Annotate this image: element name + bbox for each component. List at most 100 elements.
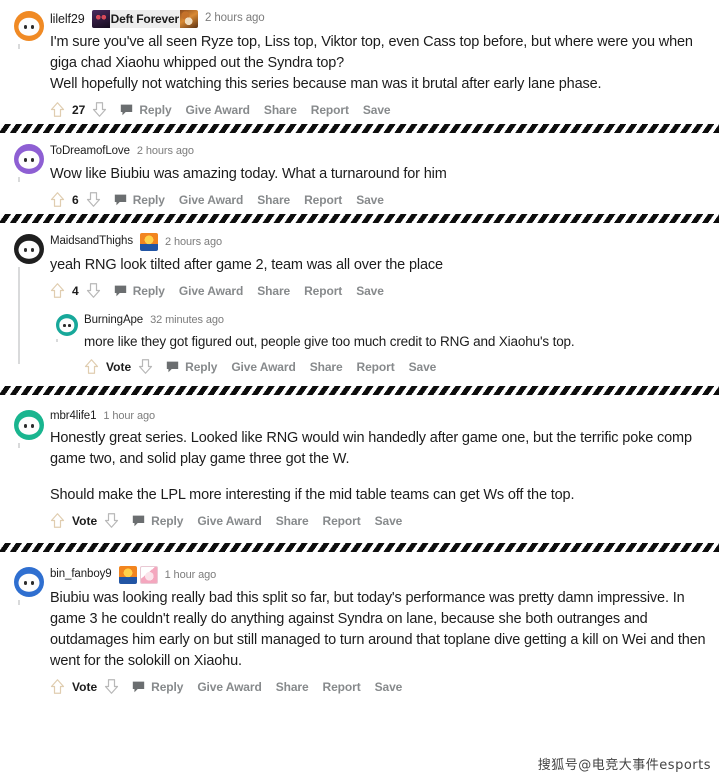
report-button[interactable]: Report bbox=[357, 360, 395, 374]
downvote-arrow-icon[interactable] bbox=[104, 512, 119, 529]
comment-thread-item: lilelf29 Deft Forever 2 hours ago I'm su… bbox=[0, 0, 719, 124]
comment-actions: Vote Reply Give Award Share Report Save bbox=[50, 678, 707, 695]
comment-thread-item: bin_fanboy9 1 hour ago Biubiu was lookin… bbox=[0, 552, 719, 701]
share-button[interactable]: Share bbox=[276, 680, 309, 694]
comment-timestamp[interactable]: 32 minutes ago bbox=[150, 315, 224, 326]
thread-collapse-line[interactable] bbox=[18, 44, 20, 49]
thread-collapse-line[interactable] bbox=[18, 443, 20, 448]
give-award-button[interactable]: Give Award bbox=[186, 103, 250, 117]
comment-timestamp[interactable]: 1 hour ago bbox=[165, 569, 217, 581]
upvote-arrow-icon[interactable] bbox=[50, 191, 65, 208]
save-button[interactable]: Save bbox=[356, 193, 384, 207]
reply-button[interactable]: Reply bbox=[139, 103, 171, 117]
avatar[interactable] bbox=[56, 314, 78, 336]
comment-body: Wow like Biubiu was amazing today. What … bbox=[50, 164, 707, 185]
avatar[interactable] bbox=[14, 11, 44, 41]
upvote-arrow-icon[interactable] bbox=[50, 282, 65, 299]
report-button[interactable]: Report bbox=[304, 193, 342, 207]
reply-button[interactable]: Reply bbox=[185, 360, 217, 374]
avatar[interactable] bbox=[14, 234, 44, 264]
share-button[interactable]: Share bbox=[264, 103, 297, 117]
comment-gutter bbox=[8, 233, 50, 364]
speech-bubble-icon bbox=[121, 104, 133, 116]
vote-score: Vote bbox=[106, 359, 132, 374]
comment-actions: 6 Reply Give Award Share Report Save bbox=[50, 191, 707, 208]
share-button[interactable]: Share bbox=[310, 360, 343, 374]
vote-score: 6 bbox=[72, 192, 79, 207]
speech-bubble-icon bbox=[114, 285, 126, 297]
give-award-button[interactable]: Give Award bbox=[231, 360, 295, 374]
reply-button[interactable]: Reply bbox=[133, 284, 165, 298]
vote-score: Vote bbox=[72, 679, 98, 694]
vote-score: 4 bbox=[72, 283, 79, 298]
downvote-arrow-icon[interactable] bbox=[138, 358, 153, 375]
share-button[interactable]: Share bbox=[276, 514, 309, 528]
give-award-button[interactable]: Give Award bbox=[197, 514, 261, 528]
comment-actions: Vote Reply Give Award Share Report Save bbox=[50, 512, 707, 529]
save-button[interactable]: Save bbox=[356, 284, 384, 298]
give-award-button[interactable]: Give Award bbox=[179, 284, 243, 298]
downvote-arrow-icon[interactable] bbox=[92, 101, 107, 118]
user-flair: Deft Forever bbox=[91, 10, 198, 28]
comment-timestamp[interactable]: 2 hours ago bbox=[205, 13, 265, 25]
thread-collapse-line[interactable] bbox=[56, 339, 58, 342]
reply-button[interactable]: Reply bbox=[133, 193, 165, 207]
reply-button[interactable]: Reply bbox=[151, 680, 183, 694]
comment-actions: 4 Reply Give Award Share Report Save bbox=[50, 282, 707, 299]
avatar[interactable] bbox=[14, 410, 44, 440]
comment-author[interactable]: mbr4life1 bbox=[50, 410, 97, 423]
comment-meta: lilelf29 Deft Forever 2 hours ago bbox=[50, 10, 707, 28]
comment-gutter bbox=[50, 313, 84, 342]
comment-author[interactable]: ToDreamofLove bbox=[50, 145, 130, 158]
section-divider bbox=[0, 386, 719, 395]
thread-collapse-line[interactable] bbox=[18, 177, 20, 182]
thread-collapse-line[interactable] bbox=[18, 267, 20, 364]
give-award-button[interactable]: Give Award bbox=[179, 193, 243, 207]
upvote-arrow-icon[interactable] bbox=[50, 512, 65, 529]
comment-timestamp[interactable]: 2 hours ago bbox=[137, 146, 194, 157]
avatar[interactable] bbox=[14, 567, 44, 597]
comment-meta: ToDreamofLove 2 hours ago bbox=[50, 143, 707, 160]
vote-group: Vote bbox=[50, 678, 119, 695]
comment-body: Biubiu was looking really bad this split… bbox=[50, 588, 707, 672]
comment-timestamp[interactable]: 1 hour ago bbox=[103, 411, 155, 422]
share-button[interactable]: Share bbox=[257, 284, 290, 298]
comment-paragraph: yeah RNG look tilted after game 2, team … bbox=[50, 257, 443, 273]
upvote-arrow-icon[interactable] bbox=[50, 678, 65, 695]
upvote-arrow-icon[interactable] bbox=[84, 358, 99, 375]
report-button[interactable]: Report bbox=[323, 514, 361, 528]
downvote-arrow-icon[interactable] bbox=[86, 282, 101, 299]
comment-body: I'm sure you've all seen Ryze top, Liss … bbox=[50, 32, 707, 95]
save-button[interactable]: Save bbox=[409, 360, 437, 374]
comment-meta: mbr4life1 1 hour ago bbox=[50, 409, 707, 424]
report-button[interactable]: Report bbox=[323, 680, 361, 694]
upvote-arrow-icon[interactable] bbox=[50, 101, 65, 118]
give-award-button[interactable]: Give Award bbox=[197, 680, 261, 694]
vote-group: 6 bbox=[50, 191, 101, 208]
report-button[interactable]: Report bbox=[304, 284, 342, 298]
speech-bubble-icon bbox=[132, 681, 145, 693]
comment-author[interactable]: BurningApe bbox=[84, 314, 143, 327]
comment-author[interactable]: lilelf29 bbox=[50, 13, 85, 26]
comment-body: Honestly great series. Looked like RNG w… bbox=[50, 428, 707, 506]
site-watermark: 搜狐号@电竞大事件esports bbox=[537, 758, 711, 773]
share-button[interactable]: Share bbox=[257, 193, 290, 207]
downvote-arrow-icon[interactable] bbox=[86, 191, 101, 208]
save-button[interactable]: Save bbox=[375, 514, 403, 528]
downvote-arrow-icon[interactable] bbox=[104, 678, 119, 695]
save-button[interactable]: Save bbox=[363, 103, 391, 117]
thread-collapse-line[interactable] bbox=[18, 600, 20, 605]
avatar[interactable] bbox=[14, 144, 44, 174]
syndra-champion-icon bbox=[91, 10, 110, 28]
user-flair-label: Deft Forever bbox=[110, 12, 179, 26]
reply-button[interactable]: Reply bbox=[151, 514, 183, 528]
comment-thread-item: MaidsandThighs 2 hours ago yeah RNG look… bbox=[0, 223, 719, 377]
suning-team-icon bbox=[139, 233, 158, 251]
comment-gutter bbox=[8, 409, 50, 448]
comment-author[interactable]: bin_fanboy9 bbox=[50, 569, 112, 581]
section-divider bbox=[0, 543, 719, 552]
save-button[interactable]: Save bbox=[375, 680, 403, 694]
comment-timestamp[interactable]: 2 hours ago bbox=[165, 236, 222, 248]
comment-author[interactable]: MaidsandThighs bbox=[50, 236, 133, 248]
report-button[interactable]: Report bbox=[311, 103, 349, 117]
